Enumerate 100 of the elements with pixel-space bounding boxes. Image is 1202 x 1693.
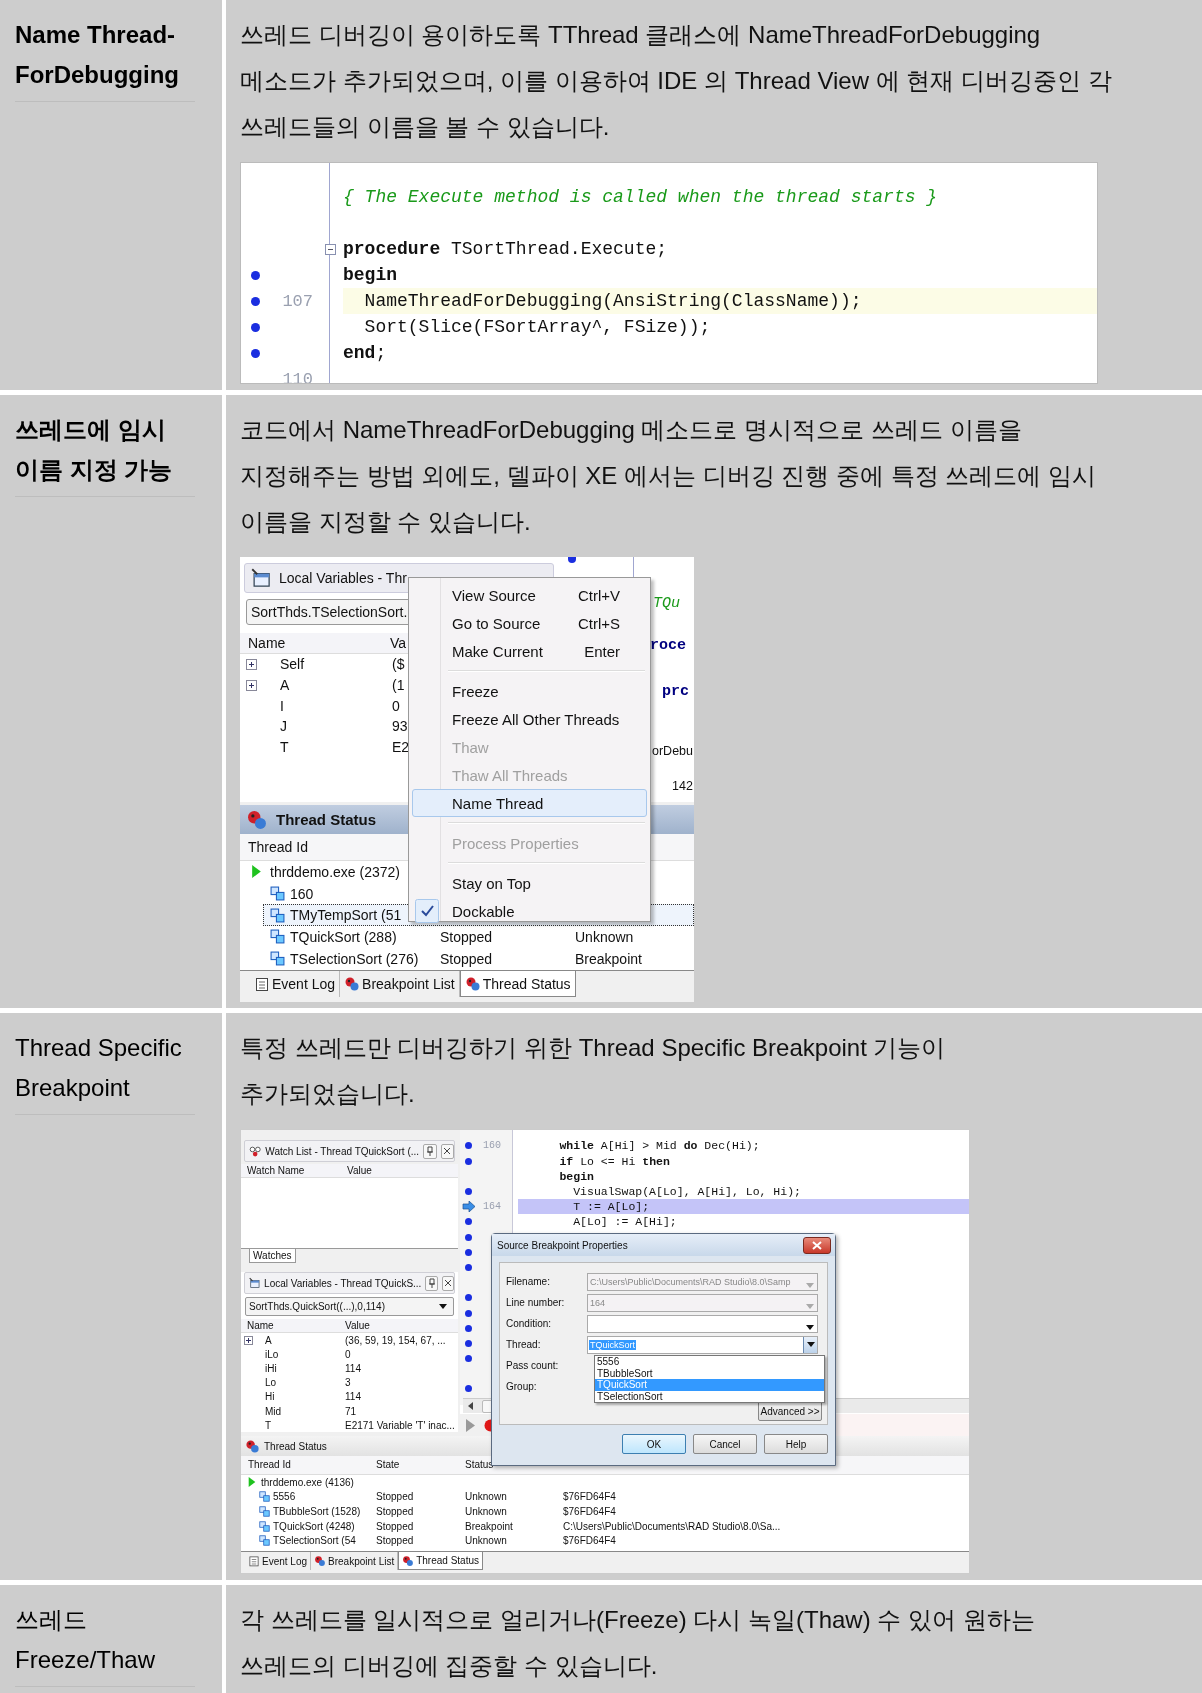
variable-name: Self [280,656,306,673]
dialog-button[interactable]: Cancel [693,1434,757,1454]
thread-icon [270,886,285,902]
caret-icon [806,1342,815,1347]
code-line: while A[Hi] > Mid do Dec(Hi); [558,1138,761,1154]
thread-state: Stopped [376,1520,414,1532]
thread-state: Stopped [376,1506,414,1517]
expand-icon[interactable] [244,1335,253,1345]
scope-dropdown[interactable]: SortThds.QuickSort((...),0,114) [245,1297,454,1316]
close-icon [443,1147,452,1155]
variable-name: A [265,1334,273,1346]
bug-icon [245,1438,260,1454]
close-button[interactable] [803,1236,831,1254]
panel-title: Local Variables - Thr [279,570,407,586]
code-line: Sort(Slice(FSortArray^, FSize)); [363,316,712,339]
code-fragment: roce [650,637,686,654]
code-fragment: TQu [653,595,680,612]
variable-name: T [265,1419,273,1431]
variable-value: (1 [392,677,405,694]
thread-icon [259,1520,270,1532]
variable-value: 0 [345,1348,351,1360]
breakpoint-icon [568,557,576,563]
description-text: 특정 쓰레드만 디버깅하기 위한 Thread Specific Breakpoint 기능이 추가되었습니다. [240,1033,947,1109]
advanced-button[interactable]: Advanced >> [758,1401,822,1421]
panel-tab[interactable]: Watches [249,1249,296,1263]
dropdown-option[interactable]: 5556 [595,1356,824,1368]
menu-item[interactable]: Freeze [412,677,647,705]
code-line: VisualSwap(A[Lo], A[Hi], Lo, Hi); [572,1183,802,1200]
field-label: Condition: [506,1318,553,1329]
glasses-icon [249,1144,262,1158]
dialog-title: Source Breakpoint Properties [497,1239,628,1251]
menu-item[interactable]: Name Thread [412,789,647,817]
variable-name: iLo [265,1348,280,1360]
menu-item[interactable]: Make Current Enter [412,637,647,665]
code-fragment: 142 [672,779,693,793]
caret-icon [806,1324,814,1330]
code-fragment: orDebu [652,744,693,758]
menu-item[interactable]: Freeze All Other Threads [412,705,647,733]
panel-tab[interactable]: Event Log [250,971,341,997]
left-arrow-icon[interactable] [468,1402,474,1410]
line-number: 107 [282,291,313,311]
variable-name: I [280,697,285,714]
bug-icon [246,808,268,831]
thread-icon [270,907,285,923]
thread-status: Breakpoint [465,1520,513,1532]
code-line: begin [558,1168,595,1184]
variable-value: ($ [392,656,405,673]
field-label: Group: [506,1381,538,1392]
column-header: Thread Id [248,839,308,855]
column-header: Value [345,1319,370,1332]
panel-tab[interactable]: Thread Status [459,971,576,997]
combo-field[interactable] [587,1314,818,1333]
notepad-icon [248,1555,260,1567]
line-number: 164 [483,1201,501,1213]
thread-name: TBubbleSort (1528) [273,1506,361,1517]
panel-title: Thread Status [264,1440,327,1452]
code-line: begin [343,264,398,287]
column-header: Value [347,1164,372,1177]
caret-icon [806,1303,814,1309]
code-fragment: prc [662,683,689,700]
column-header: Thread Id [248,1458,291,1472]
thread-location: $76FD64F4 [563,1506,616,1517]
dropdown-option[interactable]: TSelectionSort [595,1390,824,1402]
pin-button[interactable] [425,1275,438,1291]
close-button[interactable] [440,1143,454,1159]
thread-state: Stopped [440,950,494,967]
panel-tab[interactable]: Breakpoint List [340,971,460,997]
variable-value: E2171 Variable 'T' inac... [345,1419,455,1431]
thread-icon [259,1491,270,1503]
variable-value: 3 [345,1377,351,1389]
thread-status: Unknown [575,928,634,945]
panel-title: Watch List - Thread TQuickSort (... [265,1145,420,1157]
expand-icon[interactable] [246,658,257,670]
menu-item[interactable]: Stay on Top [412,869,647,897]
dialog-button[interactable]: Help [764,1434,828,1454]
expand-icon[interactable] [246,679,257,691]
dropdown-option[interactable]: TBubbleSort [595,1367,824,1379]
thread-location: $76FD64F4 [563,1535,616,1547]
pin-button[interactable] [423,1143,437,1159]
panel-tab[interactable]: Thread Status [398,1552,483,1570]
description-text: 각 쓰레드를 일시적으로 얼리거나(Freeze) 다시 녹일(Thaw) 수 있어 원하는 쓰레드의 디버깅에 집중할 수 있습니다. [240,1605,1036,1681]
close-button[interactable] [441,1275,454,1291]
code-line: if Lo <= Hi then [558,1153,671,1169]
dialog-button[interactable]: OK [622,1434,686,1454]
field-label: Filename: [506,1276,551,1287]
collapse-icon[interactable] [324,243,336,255]
panel-tab[interactable]: Event Log [245,1552,312,1570]
variable-value: (36, 59, 19, 154, 67, ... [345,1334,446,1346]
thread-location: C:\Users\Public\Documents\RAD Studio\8.0\Sa... [563,1520,781,1532]
description-text: 코드에서 NameThreadForDebugging 메소드로 명시적으로 쓰레드 이름을 지정해주는 방법 외에도, 델파이 XE 에서는 디버깅 진행 중에 특정 쓰레드에 임시 이름을 지정할 수 있습니다. [240,415,1098,537]
line-number: 110 [282,369,313,383]
variable-name: Lo [265,1377,278,1389]
thread-icon [259,1535,270,1547]
process-name: thrddemo.exe (4136) [261,1476,354,1488]
variable-value: 93 [392,718,408,735]
bug-icon [464,975,481,992]
bug-icon [344,976,361,992]
thread-name: 5556 [273,1491,296,1503]
bug-icon [314,1555,327,1567]
code-line: end; [343,342,388,365]
